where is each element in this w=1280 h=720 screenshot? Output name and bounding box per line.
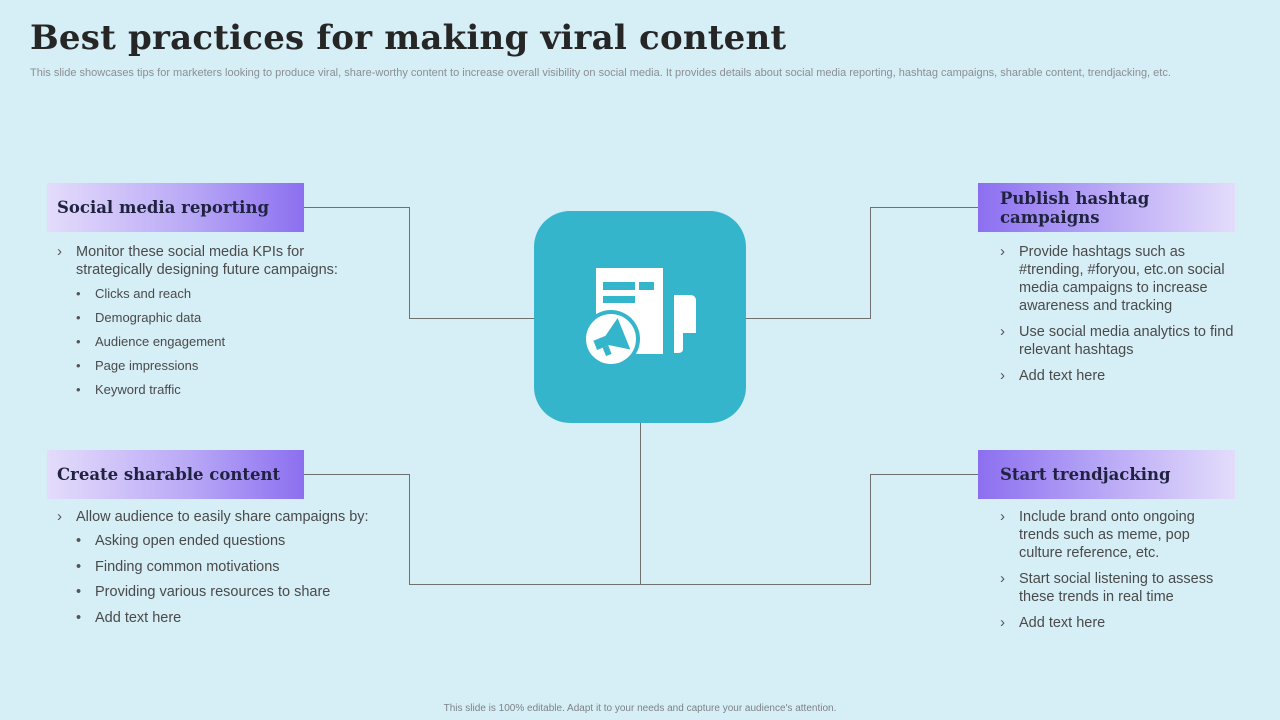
point: Monitor these social media KPIs for stra… <box>55 243 375 279</box>
heading-publish-hashtag-campaigns: Publish hashtag campaigns <box>1000 188 1150 227</box>
center-hub <box>534 211 746 423</box>
point: Start social listening to assess these t… <box>998 570 1223 606</box>
header-publish-hashtag-campaigns: Publish hashtag campaigns <box>978 183 1235 232</box>
list-item: Providing various resources to share <box>76 580 375 606</box>
kpi-list: Clicks and reach Demographic data Audien… <box>55 282 375 402</box>
list-item: Finding common motivations <box>76 555 375 581</box>
heading-social-media-reporting: Social media reporting <box>57 198 269 217</box>
list-item: Clicks and reach <box>76 282 375 306</box>
connector-top-right <box>746 207 978 319</box>
heading-create-sharable-content: Create sharable content <box>57 465 281 484</box>
block-social-media-reporting: Monitor these social media KPIs for stra… <box>55 243 375 402</box>
list-item: Audience engagement <box>76 330 375 354</box>
list-item: Asking open ended questions <box>76 529 375 555</box>
point: Allow audience to easily share campaigns… <box>55 508 375 526</box>
point: Provide hashtags such as #trending, #for… <box>998 243 1243 315</box>
header-social-media-reporting: Social media reporting <box>47 183 304 232</box>
block-create-sharable-content: Allow audience to easily share campaigns… <box>55 508 375 631</box>
block-publish-hashtag-campaigns: Provide hashtags such as #trending, #for… <box>998 243 1243 385</box>
heading-start-trendjacking: Start trendjacking <box>1000 465 1171 484</box>
point: Include brand onto ongoing trends such a… <box>998 508 1223 562</box>
footer-note: This slide is 100% editable. Adapt it to… <box>443 703 837 714</box>
header-create-sharable-content: Create sharable content <box>47 450 304 499</box>
point: Use social media analytics to find relev… <box>998 323 1243 359</box>
newspaper-megaphone-icon <box>582 268 696 368</box>
point: Add text here <box>998 367 1243 385</box>
list-item: Page impressions <box>76 354 375 378</box>
block-start-trendjacking: Include brand onto ongoing trends such a… <box>998 508 1223 632</box>
list-item: Demographic data <box>76 306 375 330</box>
share-list: Asking open ended questions Finding comm… <box>55 529 375 631</box>
point: Add text here <box>998 614 1223 632</box>
list-item: Keyword traffic <box>76 378 375 402</box>
header-start-trendjacking: Start trendjacking <box>978 450 1235 499</box>
list-item: Add text here <box>76 606 375 632</box>
